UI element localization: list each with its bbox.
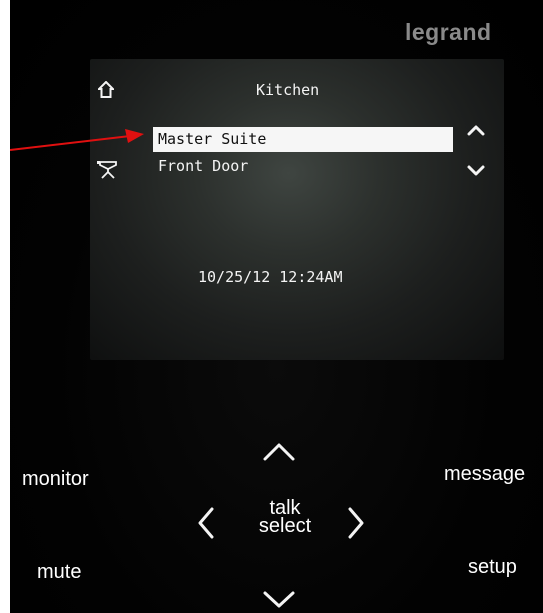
message-button[interactable]: message bbox=[444, 463, 525, 486]
menu-item-master-suite[interactable]: Master Suite bbox=[153, 127, 453, 152]
chevron-right-icon bbox=[348, 507, 364, 539]
select-label: select bbox=[258, 515, 312, 537]
datetime-display: 10/25/12 12:24AM bbox=[198, 268, 343, 286]
brand-logo: legrand bbox=[405, 19, 492, 45]
chevron-up-icon bbox=[263, 443, 295, 461]
camera-icon[interactable] bbox=[96, 159, 118, 179]
menu-item-front-door[interactable]: Front Door bbox=[153, 154, 453, 179]
chevron-up-icon[interactable] bbox=[466, 123, 486, 137]
talk-select-button[interactable]: talk select bbox=[250, 498, 320, 537]
monitor-button[interactable]: monitor bbox=[22, 468, 89, 491]
annotation-arrow-icon bbox=[10, 129, 144, 151]
nav-right-button[interactable] bbox=[345, 505, 367, 541]
chevron-down-icon[interactable] bbox=[466, 164, 486, 178]
setup-button[interactable]: setup bbox=[468, 556, 517, 579]
lcd-screen: Kitchen Master Suite Front Door 10/25/12… bbox=[90, 59, 504, 360]
chevron-down-icon bbox=[263, 591, 295, 608]
photo-edge bbox=[0, 0, 10, 613]
nav-left-button[interactable] bbox=[195, 505, 217, 541]
screen-title: Kitchen bbox=[256, 81, 320, 99]
mute-button[interactable]: mute bbox=[37, 561, 81, 584]
chevron-left-icon bbox=[198, 507, 214, 539]
nav-up-button[interactable] bbox=[261, 440, 297, 464]
nav-down-button[interactable] bbox=[261, 589, 297, 611]
